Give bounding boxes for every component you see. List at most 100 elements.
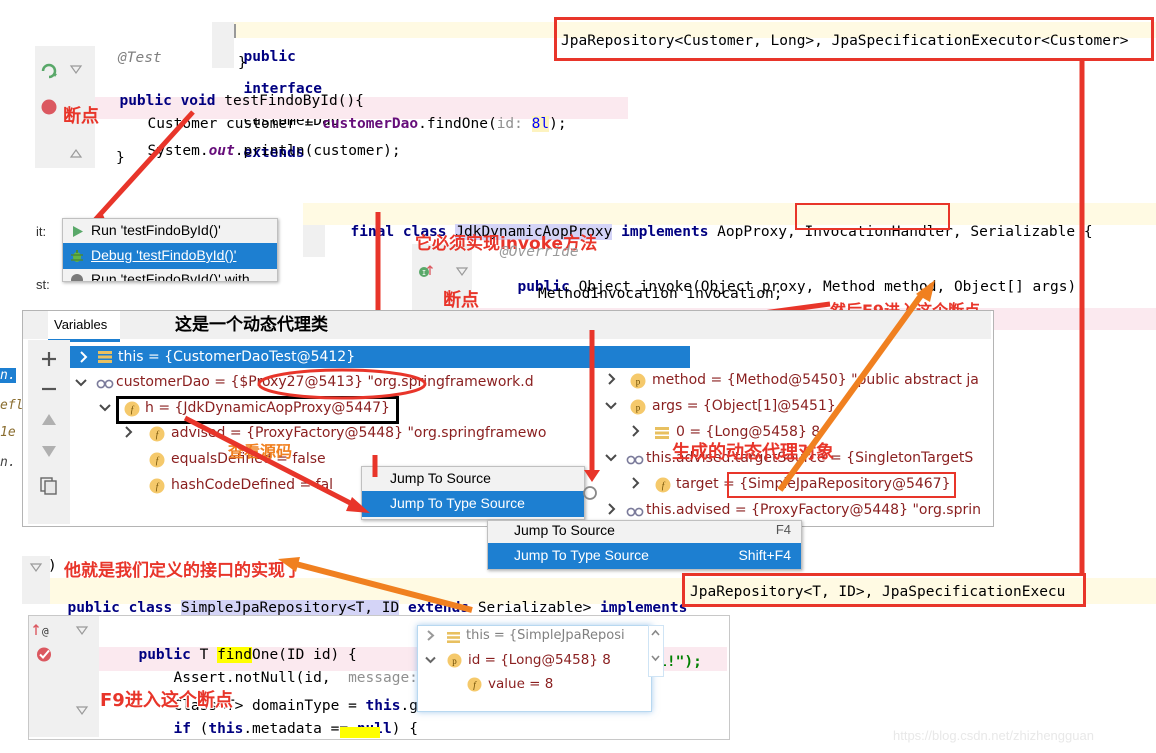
code-fold-icon-if[interactable]: [75, 705, 89, 717]
jdkproxy-gutter-left: [303, 225, 325, 257]
arrow-down-icon[interactable]: [40, 443, 58, 459]
proxy27-red-ellipse: [257, 368, 427, 400]
var-row-this-label: this = {CustomerDaoTest@5412}: [118, 349, 356, 365]
chevron-right-icon-arg0[interactable]: [628, 424, 642, 438]
supertypes-red-highlight-box: [554, 17, 1154, 61]
tooltip-row-value-label: value = 8: [488, 676, 554, 692]
popup-badge-icon: [583, 486, 597, 500]
breakpoint-verified-icon-bottom[interactable]: [36, 646, 53, 663]
annotation-breakpoint-2: 断点: [443, 290, 479, 311]
editor-fragment-text-2: efl: [0, 398, 24, 413]
findone-call: .findOne(: [418, 116, 497, 132]
array-icon-arg0: [655, 427, 669, 439]
iface-aopproxy: AopProxy,: [717, 224, 796, 240]
arrow-up-icon[interactable]: [40, 412, 58, 428]
run-context-menu[interactable]: Run 'testFindoById()' Debug 'testFindoBy…: [62, 218, 278, 282]
field-icon-advised: f: [149, 426, 165, 442]
run-menu-item-debug[interactable]: Debug 'testFindoById()': [63, 243, 277, 269]
chevron-down-icon-tooltip-id[interactable]: [424, 653, 437, 666]
svg-text:@: @: [42, 625, 49, 638]
param-icon-method: p: [630, 373, 646, 389]
chevron-down-icon-customerdao[interactable]: [74, 375, 88, 389]
jump-menu-2-item-source[interactable]: Jump To Source F4: [488, 521, 801, 543]
yellow-marker-bottom: [340, 727, 380, 738]
red-arrow-breakpoint-to-menu: [83, 110, 195, 232]
chevron-down-icon-scroll[interactable]: [650, 652, 661, 663]
chevron-down-icon-targetsource[interactable]: [604, 450, 618, 464]
override-marker-icon[interactable]: @: [32, 622, 49, 638]
chevron-right-icon-tooltip-this[interactable]: [424, 629, 437, 642]
annotation-dynamic-proxy-class: 这是一个动态代理类: [175, 315, 328, 335]
simplerepo-close-paren: ): [48, 558, 57, 574]
run-menu-left-label-2: st:: [36, 277, 50, 292]
coverage-icon: [71, 274, 83, 281]
run-menu-left-label-1: it:: [36, 224, 47, 239]
editor-fragment-text-3: 1e: [0, 425, 16, 440]
override-annotation: @Override: [500, 244, 579, 260]
code-fold-icon-invoke[interactable]: [455, 266, 469, 278]
editor-fragment-text-1: n.: [0, 368, 16, 383]
field-icon-equalsdefined: f: [149, 452, 165, 468]
red-line-supertypes-to-impl: [1079, 58, 1085, 598]
simplerepo-implements-red-box: [682, 573, 1086, 607]
kw-public: public: [243, 49, 296, 65]
field-icon-hashcodedefined: f: [149, 478, 165, 494]
kw-public-simplerepo: public: [67, 600, 120, 616]
jump-menu-1-source-label: Jump To Source: [390, 470, 491, 486]
chevron-right-icon-thisadvised[interactable]: [604, 502, 618, 516]
jump-menu-2-item-type-source[interactable]: Jump To Type Source Shift+F4: [488, 543, 801, 569]
param-hint-id: id:: [496, 116, 523, 132]
svg-text:p: p: [636, 403, 641, 413]
jump-menu-2-type-source-label: Jump To Type Source: [514, 547, 649, 563]
field-link-icon-customerdao: [96, 379, 114, 389]
chevron-down-icon-h[interactable]: [98, 400, 112, 414]
chevron-right-icon-target[interactable]: [628, 476, 642, 490]
jump-menu-1-type-source-label: Jump To Type Source: [390, 495, 525, 511]
run-menu-item-debug-label: Debug 'testFindoById()': [91, 247, 237, 263]
field-link-icon-thisadvised: [626, 507, 644, 517]
chevron-right-icon-advised[interactable]: [121, 425, 135, 439]
annotation-impl-of-interface: 他就是我们定义的接口的实现了: [64, 561, 302, 581]
run-test-gutter-icon[interactable]: [40, 62, 58, 80]
breakpoint-icon[interactable]: [40, 98, 58, 116]
run-menu-item-run-label: Run 'testFindoById()': [91, 222, 221, 238]
param-icon-tooltip-id: p: [447, 653, 462, 668]
local-var-icon-tooltip-this: [447, 632, 460, 643]
kw-implements-simplerepo: implements: [600, 600, 688, 616]
kw-class-simplerepo: class: [128, 600, 173, 616]
run-icon: [73, 226, 83, 237]
minus-icon[interactable]: [40, 380, 58, 398]
var-row-thisadvised-label: this.advised = {ProxyFactory@5448} "org.…: [646, 502, 981, 518]
chevron-right-icon-this[interactable]: [76, 350, 90, 364]
jump-menu-2-source-shortcut: F4: [775, 522, 791, 537]
orange-arrow-target-to-f9: [777, 280, 935, 492]
findone-tail: );: [549, 116, 567, 132]
field-icon-tooltip-value: f: [467, 677, 482, 692]
jump-menu-1-item-type-source[interactable]: Jump To Type Source: [362, 491, 584, 517]
chevron-right-icon-method[interactable]: [604, 372, 618, 386]
param-value: 8l: [531, 116, 550, 132]
copy-icon[interactable]: [40, 477, 58, 495]
implementing-method-gutter-icon[interactable]: I: [418, 263, 434, 279]
code-fold-icon-simplerepo[interactable]: [29, 562, 43, 574]
simplerepo-bound: Serializable>: [477, 600, 592, 616]
jump-menu-2-source-label: Jump To Source: [514, 522, 615, 538]
code-fold-icon-top[interactable]: [69, 64, 83, 76]
debug-icon: [71, 250, 83, 262]
code-fold-icon-findone[interactable]: [75, 625, 89, 637]
chevron-down-icon-args[interactable]: [604, 398, 618, 412]
jump-context-menu-2[interactable]: Jump To Source F4 Jump To Type Source Sh…: [487, 520, 802, 570]
tooltip-row-id-label: id = {Long@5458} 8: [468, 652, 611, 668]
run-menu-item-run[interactable]: Run 'testFindoById()': [63, 219, 277, 243]
interface-close-brace: }: [238, 55, 247, 71]
run-menu-item-coverage[interactable]: Run 'testFindoById()' with...: [63, 269, 277, 281]
plus-icon[interactable]: [40, 350, 58, 368]
local-var-icon-this: [98, 351, 112, 363]
jump-menu-2-type-source-shortcut: Shift+F4: [738, 547, 791, 563]
chevron-up-icon-scroll[interactable]: [650, 628, 661, 639]
svg-text:p: p: [452, 656, 457, 666]
tooltip-row-this-label: this = {SimpleJpaReposi: [466, 628, 625, 643]
annotation-test: @Test: [118, 50, 162, 66]
invocationhandler-red-box: [795, 203, 950, 230]
field-link-icon-targetsource: [626, 455, 644, 465]
